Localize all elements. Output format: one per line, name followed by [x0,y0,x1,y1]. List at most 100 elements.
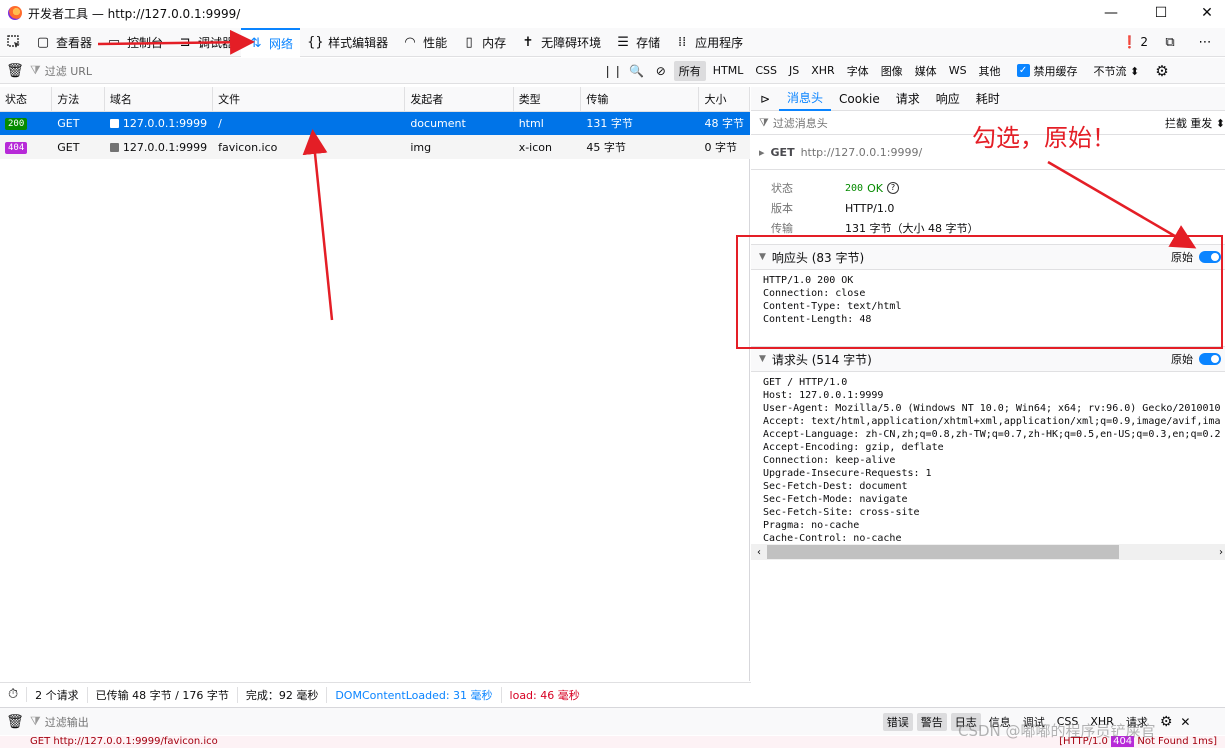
col-file[interactable]: 文件 [212,87,406,112]
expand-triangle-icon[interactable]: ▸ [759,146,765,159]
more-icon: ⋯ [1198,34,1212,50]
headers-filter-bar: ⧩ 过滤消息头 拦截 重发 ⬍ [751,111,1225,135]
close-split-console-icon[interactable]: ✕ [1180,715,1190,729]
tab-accessibility[interactable]: ✝ 无障碍环境 [513,28,608,57]
col-type[interactable]: 类型 [513,87,582,112]
console-filter-css[interactable]: CSS [1053,714,1083,729]
console-settings-gear-icon[interactable]: ⚙ [1160,714,1173,730]
disable-cache-checkbox[interactable]: ✓ [1016,64,1030,77]
col-size[interactable]: 大小 [698,87,750,112]
block-button[interactable]: 拦截 [1165,115,1187,131]
tab-headers[interactable]: 消息头 [779,87,832,111]
table-header-row: 状态 方法 域名 文件 发起者 类型 传输 大小 [0,87,750,112]
table-row[interactable]: 404 GET 127.0.0.1:9999 favicon.ico img x… [0,135,750,159]
raw-toggle-label: 原始 [1171,251,1193,264]
table-row[interactable]: 200 GET 127.0.0.1:9999 / document html 1… [0,111,750,135]
clear-console-trash-icon[interactable]: 🗑 [0,714,30,730]
cell-initiator: document [404,111,514,135]
console-message-text: GET http://127.0.0.1:9999/favicon.ico [30,736,218,747]
tab-network[interactable]: ⇅ 网络 [241,27,301,57]
pause-icon[interactable]: ❘❘ [601,64,625,78]
console-filter-logs[interactable]: 日志 [950,712,981,731]
error-icon: ❗ [1122,35,1138,49]
filter-ws[interactable]: WS [944,62,972,79]
filter-all[interactable]: 所有 [673,60,706,81]
close-window-button[interactable]: ✕ [1184,0,1225,26]
console-filter-warnings[interactable]: 警告 [916,712,947,731]
filter-fonts[interactable]: 字体 [842,61,874,81]
scroll-left-icon[interactable]: ‹ [751,547,767,558]
minimize-button[interactable]: — [1088,0,1134,26]
toggle-sidebar-icon[interactable]: ⊳ [751,92,779,106]
stopwatch-icon[interactable]: ⏱ [0,687,28,702]
help-icon[interactable]: ? [886,182,899,194]
tab-request[interactable]: 请求 [888,87,928,111]
more-button[interactable]: ⋯ [1190,28,1225,57]
col-initiator[interactable]: 发起者 [404,87,514,112]
horizontal-scrollbar[interactable]: ‹ › [751,544,1225,560]
tab-memory[interactable]: ▯ 内存 [454,28,513,57]
console-filter-xhr[interactable]: XHR [1086,714,1117,729]
raw-toggle-switch[interactable] [1199,353,1221,365]
tab-storage[interactable]: ☰ 存储 [608,28,667,57]
console-filter-input[interactable]: 过滤输出 [45,714,881,730]
filter-images[interactable]: 图像 [876,61,908,81]
console-filter-info[interactable]: 信息 [985,713,1015,731]
lock-icon [109,143,119,152]
throttle-select[interactable]: 不节流 ⬍ [1094,63,1140,79]
response-headers-header[interactable]: ▼ 响应头 (83 字节) 原始 [751,244,1225,270]
tab-timings[interactable]: 耗时 [968,87,1008,111]
console-filter-requests[interactable]: 请求 [1122,713,1152,731]
resend-button[interactable]: 重发 ⬍ [1190,115,1225,131]
tab-cookies[interactable]: Cookie [831,87,888,111]
tab-inspector[interactable]: ▢ 查看器 [28,28,99,57]
headers-filter-input[interactable]: 过滤消息头 [773,115,828,131]
console-status-prefix: [HTTP/1.0 [1059,736,1108,747]
filter-css[interactable]: CSS [750,62,782,79]
tab-label: 内存 [482,35,507,50]
filter-media[interactable]: 媒体 [910,61,942,81]
tab-label: 调试器 [198,35,235,50]
console-filter-errors[interactable]: 错误 [882,712,913,731]
filter-other[interactable]: 其他 [974,61,1006,81]
search-icon[interactable]: 🔍 [625,64,649,78]
tab-performance[interactable]: ◠ 性能 [395,28,454,57]
col-method[interactable]: 方法 [51,87,105,112]
col-status[interactable]: 状态 [0,87,53,112]
settings-gear-icon[interactable]: ⚙ [1155,62,1168,80]
request-headers-header[interactable]: ▼ 请求头 (514 字节) 原始 [751,346,1225,372]
maximize-button[interactable]: ☐ [1138,0,1184,26]
memory-icon: ▯ [465,34,473,50]
dock-button[interactable]: ⧉ [1155,28,1190,57]
filter-js[interactable]: JS [784,62,804,79]
cell-size: 0 字节 [698,135,750,159]
cell-domain: 127.0.0.1:9999 [122,140,208,154]
disable-cache-label: 禁用缓存 [1033,64,1078,78]
request-url: http://127.0.0.1:9999/ [800,145,923,159]
scroll-right-icon[interactable]: › [1219,547,1223,558]
col-transfer[interactable]: 传输 [580,87,700,112]
block-icon[interactable]: ⊘ [649,64,673,78]
clear-trash-icon[interactable]: 🗑 [0,63,30,79]
raw-toggle-switch[interactable] [1199,251,1221,263]
url-filter-input[interactable]: 过滤 URL [45,63,601,79]
scrollbar-thumb[interactable] [767,545,1119,559]
lock-icon [109,119,119,129]
filter-xhr[interactable]: XHR [806,62,839,79]
performance-icon: ◠ [404,34,416,50]
col-domain[interactable]: 域名 [104,87,214,112]
tab-response[interactable]: 响应 [928,87,968,111]
console-filter-debug[interactable]: 调试 [1019,713,1049,731]
console-status-code: 404 [1111,736,1135,747]
filter-html[interactable]: HTML [708,62,749,79]
tab-style-editor[interactable]: {} 样式编辑器 [300,28,395,57]
console-message-line[interactable]: GET http://127.0.0.1:9999/favicon.ico [H… [0,736,1225,748]
cell-file: favicon.ico [212,135,405,159]
request-url-row: ▸ GET http://127.0.0.1:9999/ [751,135,1225,169]
finish-time: 完成：92 毫秒 [238,686,328,703]
error-count-button[interactable]: ❗ 2 [1115,28,1155,57]
tab-debugger[interactable]: ⊐ 调试器 [170,28,241,57]
tab-application[interactable]: ⁞⁞ 应用程序 [667,28,750,57]
element-picker-button[interactable] [0,28,28,57]
tab-console[interactable]: ▭ 控制台 [99,28,170,57]
